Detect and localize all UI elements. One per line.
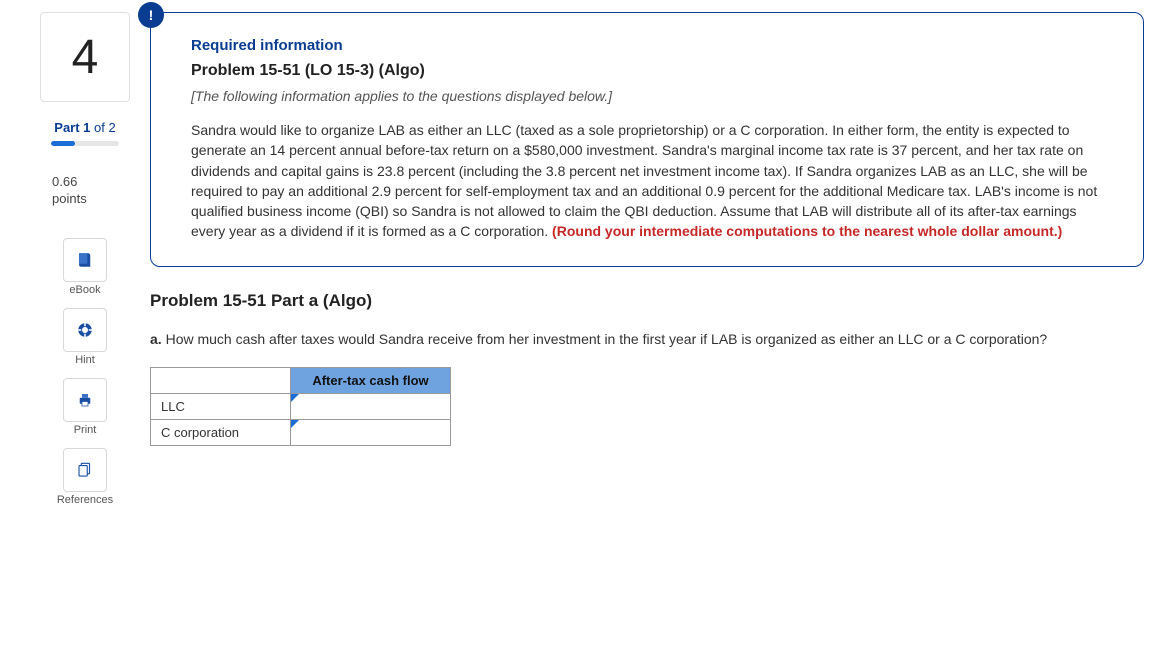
table-header-cashflow: After-tax cash flow <box>291 368 451 394</box>
row-label-ccorp: C corporation <box>151 420 291 446</box>
applies-note: [The following information applies to th… <box>191 88 1103 104</box>
info-box-wrap: ! Required information Problem 15-51 (LO… <box>150 12 1144 267</box>
points-label: points <box>52 191 130 208</box>
progress-fill <box>51 141 75 146</box>
sidebar: 4 Part 1 of 2 0.66 points eBook Hint Pri… <box>40 12 130 518</box>
question-text: a. How much cash after taxes would Sandr… <box>150 329 1144 349</box>
problem-title: Problem 15-51 (LO 15-3) (Algo) <box>191 62 1103 80</box>
references-button[interactable] <box>63 448 107 492</box>
printer-icon <box>76 391 94 409</box>
ebook-label: eBook <box>69 284 100 296</box>
table-corner <box>151 368 291 394</box>
input-llc-cashflow[interactable] <box>291 394 451 420</box>
table-row: C corporation <box>151 420 451 446</box>
answer-table: After-tax cash flow LLC C corporation <box>150 367 451 446</box>
input-marker-icon <box>291 420 299 428</box>
hint-label: Hint <box>75 354 95 366</box>
copy-icon <box>76 461 94 479</box>
part-indicator: Part 1 of 2 <box>54 120 115 135</box>
question-number-box: 4 <box>40 12 130 102</box>
rounding-note: (Round your intermediate computations to… <box>548 223 1062 239</box>
points-value: 0.66 <box>52 174 130 191</box>
row-label-llc: LLC <box>151 394 291 420</box>
lifesaver-icon <box>76 321 94 339</box>
problem-body: Sandra would like to organize LAB as eit… <box>191 120 1103 242</box>
hint-button[interactable] <box>63 308 107 352</box>
input-marker-icon <box>291 394 299 402</box>
ebook-button[interactable] <box>63 238 107 282</box>
points-block: 0.66 points <box>40 174 130 208</box>
book-icon <box>76 251 94 269</box>
input-ccorp-cashflow[interactable] <box>291 420 451 446</box>
references-label: References <box>57 494 113 506</box>
main-content: ! Required information Problem 15-51 (LO… <box>150 12 1144 518</box>
print-button[interactable] <box>63 378 107 422</box>
required-info-box: Required information Problem 15-51 (LO 1… <box>150 12 1144 267</box>
question-number: 4 <box>72 30 99 85</box>
progress-bar <box>51 141 119 146</box>
table-row: LLC <box>151 394 451 420</box>
part-title: Problem 15-51 Part a (Algo) <box>150 291 1144 311</box>
alert-badge: ! <box>138 2 164 28</box>
required-info-label: Required information <box>191 37 1103 54</box>
print-label: Print <box>74 424 97 436</box>
exclamation-icon: ! <box>149 7 154 23</box>
